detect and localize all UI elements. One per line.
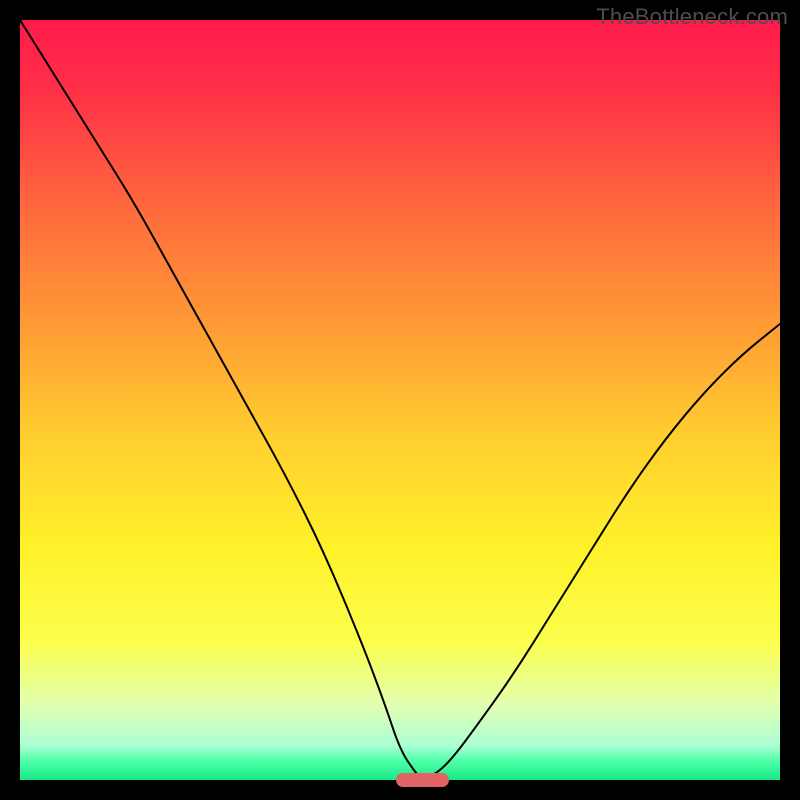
watermark-text: TheBottleneck.com xyxy=(596,4,788,30)
optimal-point-marker xyxy=(396,773,449,787)
chart-frame: TheBottleneck.com xyxy=(0,0,800,800)
plot-area xyxy=(20,20,780,780)
bottleneck-curve xyxy=(20,20,780,780)
